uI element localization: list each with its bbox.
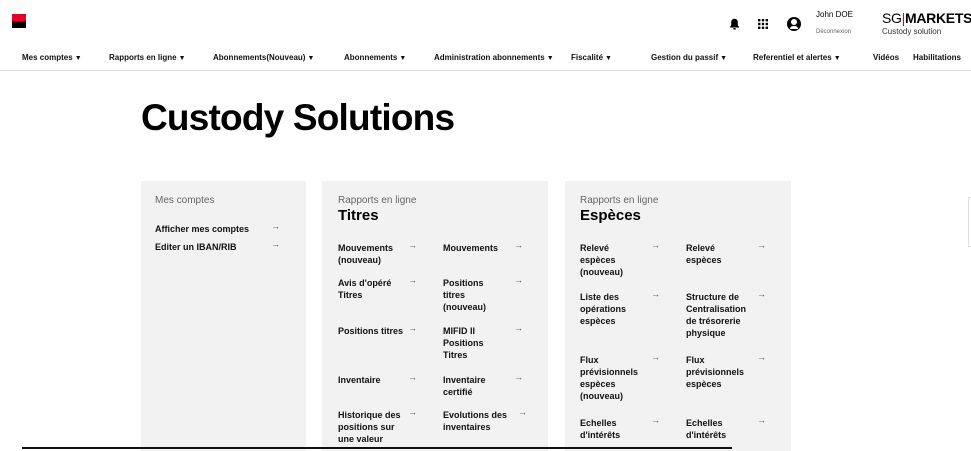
card-especes: Rapports en ligne Espèces Relevé espèces… (565, 181, 791, 451)
sg-markets-brand[interactable]: SG|MARKETS (882, 11, 971, 25)
brand-sg: SG (882, 10, 902, 26)
link-evolutions-des-inventaires[interactable]: Evolutions des inventaires (443, 409, 515, 433)
link-flux-previsionnels-especes-nouveau[interactable]: Flux prévisionnels espèces (nouveau) (580, 354, 646, 402)
nav-abonnements-nouveau[interactable]: Abonnements(Nouveau) ▼ (213, 53, 314, 62)
link-liste-des-operations-especes[interactable]: Liste des opérations espèces (580, 291, 642, 327)
chevron-down-icon: ▼ (74, 55, 82, 62)
arrow-right-icon: → (514, 275, 523, 285)
card-category: Rapports en ligne (580, 195, 659, 206)
page-title: Custody Solutions (141, 97, 455, 138)
arrow-right-icon: → (271, 239, 280, 249)
link-positions-titres-nouveau[interactable]: Positions titres (nouveau) (443, 277, 503, 313)
nav-administration-abonnements[interactable]: Administration abonnements ▼ (434, 53, 554, 62)
nav-mes-comptes[interactable]: Mes comptes ▼ (22, 53, 82, 62)
arrow-right-icon: → (757, 240, 766, 250)
chevron-down-icon: ▼ (546, 55, 554, 62)
arrow-right-icon: → (757, 415, 766, 425)
link-historique-des-positions[interactable]: Historique des positions sur une valeur (338, 409, 410, 445)
link-avis-opere-titres[interactable]: Avis d'opéré Titres (338, 277, 404, 301)
arrow-right-icon: → (408, 275, 417, 285)
arrow-right-icon: → (518, 407, 527, 417)
arrow-right-icon: → (757, 289, 766, 299)
card-titres: Rapports en ligne Titres Mouvements (nou… (322, 181, 548, 451)
chevron-down-icon: ▼ (399, 55, 407, 62)
arrow-right-icon: → (651, 289, 660, 299)
nav-referentiel-et-alertes[interactable]: Referentiel et alertes ▼ (753, 53, 841, 62)
chevron-down-icon: ▼ (605, 55, 612, 62)
arrow-right-icon: → (651, 352, 660, 362)
arrow-right-icon: → (514, 372, 523, 382)
chevron-down-icon: ▼ (720, 55, 728, 62)
link-inventaire[interactable]: Inventaire (338, 374, 404, 386)
nav-gestion-du-passif[interactable]: Gestion du passif ▼ (651, 53, 727, 62)
arrow-right-icon: → (651, 240, 660, 250)
arrow-right-icon: → (271, 221, 280, 231)
bell-icon[interactable] (729, 18, 740, 30)
link-echelles-d-interets[interactable]: Echelles d'intérêts (686, 417, 746, 441)
link-inventaire-certifie[interactable]: Inventaire certifié (443, 374, 503, 398)
arrow-right-icon: → (408, 407, 417, 417)
chevron-down-icon: ▼ (178, 55, 186, 62)
brand-markets: MARKETS (904, 10, 971, 26)
link-editer-iban-rib[interactable]: Editer un IBAN/RIB (155, 241, 265, 253)
horizontal-scrollbar[interactable] (22, 447, 732, 449)
link-mouvements[interactable]: Mouvements (443, 242, 515, 254)
nav-rapports-en-ligne[interactable]: Rapports en ligne ▼ (109, 53, 186, 62)
link-releve-especes-nouveau[interactable]: Relevé espèces (nouveau) (580, 242, 642, 278)
arrow-right-icon: → (408, 240, 417, 250)
card-category: Rapports en ligne (338, 195, 417, 206)
card-title: Espèces (580, 207, 641, 224)
top-bar: John DOE Déconnexion SG|MARKETS Custody … (0, 0, 971, 44)
user-name: John DOE (816, 10, 853, 19)
logout-link[interactable]: Déconnexion (816, 29, 851, 35)
user-account-icon[interactable] (787, 17, 801, 31)
link-structure-de-centralisation[interactable]: Structure de Centralisation de trésoreri… (686, 291, 752, 339)
apps-grid-icon[interactable] (758, 19, 768, 29)
arrow-right-icon: → (514, 323, 523, 333)
link-afficher-mes-comptes[interactable]: Afficher mes comptes (155, 223, 275, 235)
arrow-right-icon: → (651, 415, 660, 425)
arrow-right-icon: → (757, 352, 766, 362)
link-flux-previsionnels-especes[interactable]: Flux prévisionnels espèces (686, 354, 752, 390)
card-mes-comptes: Mes comptes Afficher mes comptes → Edite… (141, 181, 306, 451)
main-navigation: Mes comptes ▼ Rapports en ligne ▼ Abonneme… (0, 44, 971, 71)
link-releve-especes[interactable]: Relevé espèces (686, 242, 746, 266)
arrow-right-icon: → (408, 323, 417, 333)
link-echelles-d-interets-nouveau[interactable]: Echelles d'intérêts (580, 417, 642, 441)
chevron-down-icon: ▼ (833, 55, 841, 62)
link-mifid-ii-positions-titres[interactable]: MIFID II Positions Titres (443, 325, 503, 361)
nav-habilitations[interactable]: Habilitations (913, 53, 961, 62)
nav-abonnements[interactable]: Abonnements ▼ (344, 53, 406, 62)
nav-videos[interactable]: Vidéos (873, 53, 899, 62)
card-title: Titres (338, 207, 379, 224)
nav-fiscalite[interactable]: Fiscalité ▼ (571, 53, 612, 62)
arrow-right-icon: → (408, 372, 417, 382)
brand-subtitle: Custody solution (882, 27, 942, 36)
arrow-right-icon: → (514, 240, 523, 250)
link-positions-titres[interactable]: Positions titres (338, 325, 404, 337)
card-category: Mes comptes (155, 195, 215, 206)
societe-generale-logo[interactable] (12, 14, 26, 28)
chevron-down-icon: ▼ (307, 55, 315, 62)
link-mouvements-nouveau[interactable]: Mouvements (nouveau) (338, 242, 404, 266)
